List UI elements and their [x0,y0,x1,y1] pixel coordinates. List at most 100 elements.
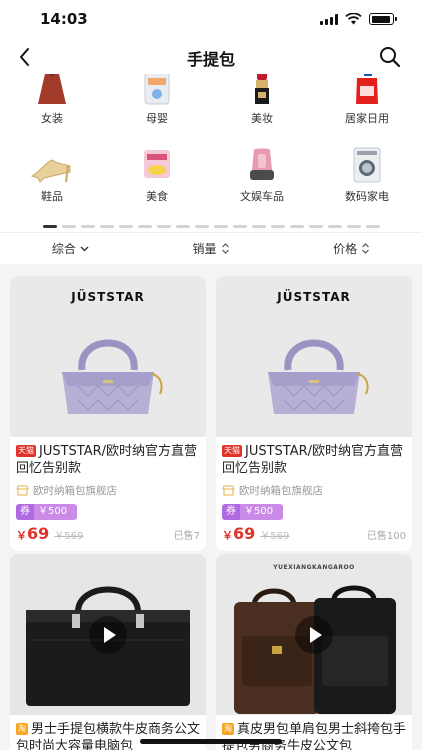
page-dot [156,225,171,228]
coupon-value: ￥500 [34,504,78,520]
category-entertainment-car[interactable]: 文娱车品 [217,146,307,204]
product-image [10,554,206,715]
category-women-clothing[interactable]: 女装 [7,74,97,126]
category-label: 数码家电 [345,190,389,203]
dress-icon [30,74,74,104]
sold-count: 已售7 [173,531,200,542]
status-time: 14:03 [40,10,88,28]
taobao-tag: 淘 [16,723,28,735]
heels-icon [30,146,74,183]
product-card[interactable]: YUEXIANGKANGAROO 淘真皮男包单肩包男士斜挎包手提包男商务牛皮公文… [216,554,412,750]
product-card[interactable]: JÜSTSTAR 天猫 JUSTSTAR/欧时纳官方直营 回忆告别款 欧时纳箱包旗… [216,276,412,551]
handbag-image [62,339,163,414]
product-image: JÜSTSTAR [216,276,412,437]
category-beauty[interactable]: 美妆 [217,74,307,126]
page-dot [308,225,323,228]
shop-icon [16,485,29,496]
brand-logo: JÜSTSTAR [71,290,145,304]
play-video-icon[interactable] [295,615,333,654]
play-video-icon[interactable] [89,615,127,654]
car-seat-icon [240,146,284,180]
taobao-tag: 淘 [222,723,234,735]
sort-comprehensive[interactable]: 综合 [0,233,141,264]
washing-machine-icon [345,146,389,183]
sort-updown-icon [362,243,370,254]
category-digital-appliances[interactable]: 数码家电 [322,146,412,204]
shop-row[interactable]: 欧时纳箱包旗舰店 [16,483,200,498]
home-indicator [140,739,282,744]
price: ￥69 [16,524,49,543]
page-dot [194,225,209,228]
price-value: 69 [27,524,50,543]
sort-updown-icon [221,243,229,254]
product-image: YUEXIANGKANGAROO [216,554,412,715]
status-bar: 14:03 [0,0,422,40]
product-image: JÜSTSTAR [10,276,206,437]
coupon-label: 券 [16,504,34,520]
page-dot [80,225,95,228]
page-dot [270,225,285,228]
sort-label: 销量 [192,242,217,256]
coupon-label: 券 [222,504,240,520]
sort-label: 价格 [333,242,358,256]
snack-bag-icon [135,146,179,180]
original-price: ￥569 [260,531,290,542]
shop-name: 欧时纳箱包旗舰店 [239,485,323,497]
category-maternal-baby[interactable]: 母婴 [112,74,202,126]
page-dot [232,225,247,228]
category-label: 居家日用 [345,112,389,125]
product-title-text: JUSTSTAR/欧时纳官方直营 回忆告别款 [222,444,404,476]
product-title-text: JUSTSTAR/欧时纳官方直营 回忆告别款 [16,444,198,476]
coupon-value: ￥500 [240,504,284,520]
shop-icon [222,485,235,496]
category-label: 女装 [41,112,63,125]
page-dot [118,225,133,228]
product-title: 天猫 JUSTSTAR/欧时纳官方直营 回忆告别款 [222,443,406,477]
page-dot [365,225,380,228]
price-row: ￥69 ￥569 已售7 [16,524,200,543]
lipstick-icon [240,74,284,104]
category-shoes[interactable]: 鞋品 [7,146,97,204]
page-dot [42,225,57,228]
page-dot [137,225,152,228]
product-title: 淘真皮男包单肩包男士斜挎包手提包男商务牛皮公文包 [222,721,406,750]
category-label: 文娱车品 [240,190,284,203]
page-dot [251,225,266,228]
handbag-image [268,339,369,414]
sort-bar: 综合 销量 价格 [0,232,422,264]
sort-label: 综合 [51,242,76,256]
tmall-tag: 天猫 [222,445,242,457]
status-icons [320,13,397,25]
search-icon[interactable] [378,45,402,69]
brand-logo: JÜSTSTAR [277,290,351,304]
category-home-daily[interactable]: 居家日用 [322,74,412,126]
product-card[interactable]: JÜSTSTAR 天猫 JUSTSTAR/欧时纳官方直营 回忆告别款 欧时纳箱包旗… [10,276,206,551]
brand-logo: YUEXIANGKANGAROO [273,564,355,571]
category-label: 美妆 [251,112,273,125]
category-label: 母婴 [146,112,168,125]
battery-icon [369,13,397,25]
page-dot [289,225,304,228]
price-value: 69 [233,524,256,543]
sold-count: 已售100 [366,531,406,542]
category-food[interactable]: 美食 [112,146,202,204]
coupon-badge[interactable]: 券 ￥500 [222,504,284,520]
page-dot [327,225,342,228]
price-row: ￥69 ￥569 已售100 [222,524,406,543]
price: ￥69 [222,524,255,543]
price-symbol: ￥ [16,529,27,542]
nav-bar: 手提包 [0,40,422,74]
coupon-badge[interactable]: 券 ￥500 [16,504,78,520]
page-dot [61,225,76,228]
page-title: 手提包 [186,50,235,69]
sort-sales[interactable]: 销量 [141,233,282,264]
product-title-text: 男士手提包横款牛皮商务公文包时尚大容量电脑包 [16,722,200,750]
product-card[interactable]: 淘男士手提包横款牛皮商务公文包时尚大容量电脑包 [10,554,206,750]
shop-row[interactable]: 欧时纳箱包旗舰店 [222,483,406,498]
sort-price[interactable]: 价格 [281,233,422,264]
product-title: 天猫 JUSTSTAR/欧时纳官方直营 回忆告别款 [16,443,200,477]
category-panel: 女装 母婴 美妆 居家日用 鞋品 美食 文娱车品 数码家电 [0,74,422,232]
signal-icon [320,14,338,25]
product-title: 淘男士手提包横款牛皮商务公文包时尚大容量电脑包 [16,721,200,750]
category-label: 鞋品 [41,190,63,203]
